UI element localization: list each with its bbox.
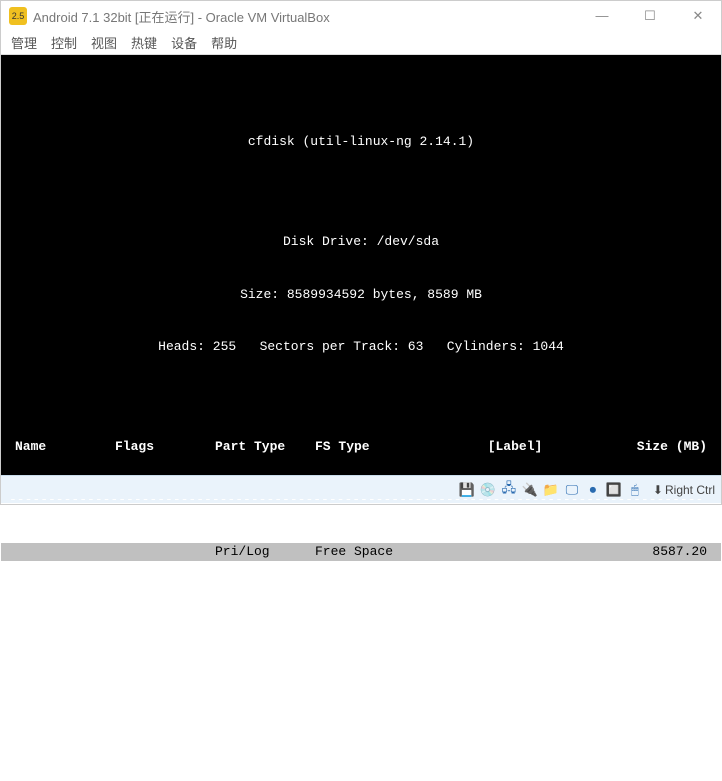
cell-part-type: Pri/Log (215, 543, 315, 561)
minimize-button[interactable]: — (587, 8, 617, 24)
maximize-button[interactable]: ☐ (635, 8, 665, 24)
console-output[interactable]: cfdisk (util-linux-ng 2.14.1) Disk Drive… (1, 55, 721, 475)
cell-name (15, 543, 115, 561)
table-divider: ----------------------------------------… (1, 491, 721, 509)
close-button[interactable]: ✕ (683, 8, 713, 24)
table-row-selected[interactable]: Pri/Log Free Space 8587.20 (1, 543, 721, 561)
window-title: Android 7.1 32bit [正在运行] - Oracle VM Vir… (33, 7, 587, 26)
menubar: 管理 控制 视图 热键 设备 帮助 (1, 31, 721, 55)
menu-help[interactable]: 帮助 (211, 33, 237, 52)
disk-geometry-line: Heads: 255 Sectors per Track: 63 Cylinde… (1, 338, 721, 356)
menu-view[interactable]: 视图 (91, 33, 117, 52)
menu-manage[interactable]: 管理 (11, 33, 37, 52)
cfdisk-program: cfdisk (util-linux-ng 2.14.1) (1, 133, 721, 151)
prompt-cursor-char: 8 (140, 747, 148, 762)
col-name: Name (15, 438, 115, 456)
size-prompt[interactable]: Size (in MB): 8587.19 (1, 746, 721, 764)
prompt-rest: 587.19 (148, 747, 195, 762)
col-part-type: Part Type (215, 438, 315, 456)
menu-control[interactable]: 控制 (51, 33, 77, 52)
titlebar: 2.5 Android 7.1 32bit [正在运行] - Oracle VM… (1, 1, 721, 31)
cell-flags (115, 543, 215, 561)
col-fs-type: FS Type (315, 438, 445, 456)
window-controls: — ☐ ✕ (587, 8, 713, 24)
disk-size-line: Size: 8589934592 bytes, 8589 MB (1, 286, 721, 304)
cell-label (445, 543, 585, 561)
menu-hotkeys[interactable]: 热键 (131, 33, 157, 52)
table-header: Name Flags Part Type FS Type [Label] Siz… (1, 438, 721, 456)
col-flags: Flags (115, 438, 215, 456)
col-size: Size (MB) (585, 438, 707, 456)
cell-fs-type: Free Space (315, 543, 445, 561)
disk-drive-line: Disk Drive: /dev/sda (1, 233, 721, 251)
menu-devices[interactable]: 设备 (171, 33, 197, 52)
col-label: [Label] (445, 438, 585, 456)
app-icon: 2.5 (9, 7, 27, 25)
prompt-label: Size (in MB): (31, 747, 140, 762)
cell-size: 8587.20 (585, 543, 707, 561)
